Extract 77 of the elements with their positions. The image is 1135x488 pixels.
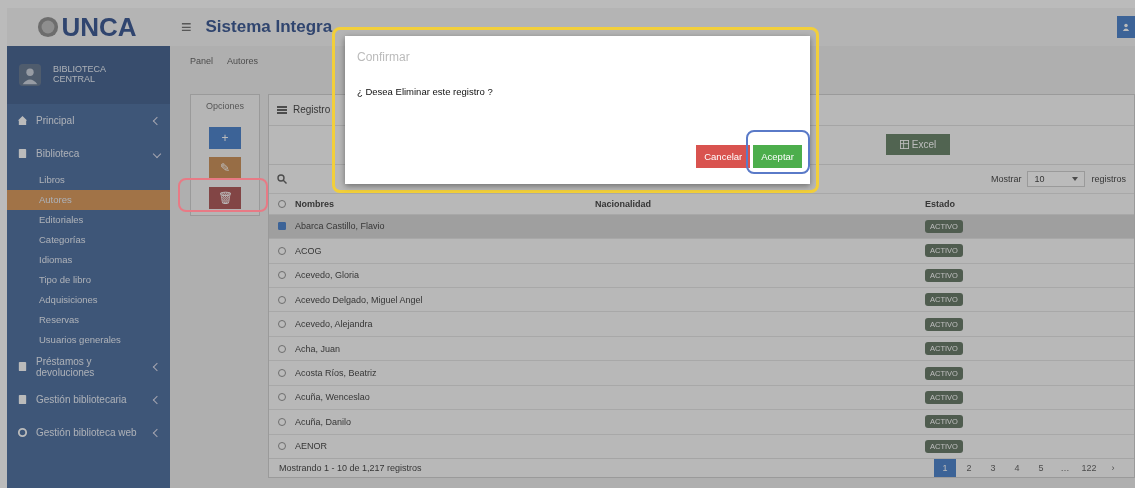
panel-title: Opciones xyxy=(206,101,244,111)
page-button[interactable]: 122 xyxy=(1078,459,1100,478)
page-size-select[interactable]: 10 xyxy=(1027,170,1086,187)
column-header[interactable]: Nombres xyxy=(295,198,595,209)
radio-button[interactable] xyxy=(278,320,286,329)
radio-button[interactable] xyxy=(278,344,286,353)
table-cell-text: ACOG xyxy=(295,245,323,256)
nav-subitem[interactable]: Tipo de libro xyxy=(7,270,170,290)
breadcrumb-link[interactable]: Panel xyxy=(190,56,214,66)
nav-subitem[interactable]: Reservas xyxy=(7,310,170,330)
nav-subitem[interactable]: Usuarios generales xyxy=(7,330,170,350)
nav-item[interactable]: Principal xyxy=(7,104,170,137)
page-button[interactable]: 4 xyxy=(1006,459,1028,478)
nav-item[interactable]: Gestión biblioteca web xyxy=(7,416,170,449)
list-icon xyxy=(277,104,287,115)
table-icon xyxy=(900,140,909,150)
radio-button[interactable] xyxy=(278,393,286,402)
nav-subitem[interactable]: Editoriales xyxy=(7,210,170,230)
radio-button[interactable] xyxy=(278,246,286,255)
page-button[interactable]: 2 xyxy=(958,459,980,478)
records-label: registros xyxy=(1091,173,1126,184)
user-button[interactable] xyxy=(1117,16,1135,38)
radio-button[interactable] xyxy=(278,222,286,231)
add-button[interactable]: + xyxy=(209,127,241,149)
radio-icon xyxy=(278,199,286,208)
breadcrumb-link[interactable]: Autores xyxy=(227,56,259,66)
radio-button[interactable] xyxy=(278,271,286,280)
panel-title: Registro xyxy=(293,104,331,116)
nav-subitem[interactable]: Adquisiciones xyxy=(7,290,170,310)
radio-button[interactable] xyxy=(278,369,286,377)
page-button[interactable]: … xyxy=(1054,459,1076,478)
avatar-icon xyxy=(19,63,41,87)
table-cell-text: Acuña, Danilo xyxy=(295,416,353,427)
book-icon xyxy=(17,148,28,159)
table-cell-text: Abarca Castillo, Flavio xyxy=(295,221,386,232)
nav-subitem[interactable]: Libros xyxy=(7,170,170,190)
table-cell-text: Acuña, Wenceslao xyxy=(295,392,371,403)
delete-button[interactable]: 🗑 xyxy=(209,187,241,209)
table-cell-text: Acha, Juan xyxy=(295,343,342,354)
app-title: Sistema Integra xyxy=(205,17,333,37)
table-cell-text: Acevedo, Gloria xyxy=(295,270,361,281)
accept-button[interactable]: Aceptar xyxy=(753,145,802,168)
page-button[interactable]: 5 xyxy=(1030,459,1052,478)
nav-subitem[interactable]: Categorías xyxy=(7,230,170,250)
nav-subitem[interactable]: Idiomas xyxy=(7,250,170,270)
page-button[interactable]: 1 xyxy=(934,459,956,478)
edit-button[interactable]: ✎ xyxy=(209,157,241,179)
gear-icon xyxy=(17,427,28,438)
menu-button[interactable]: ≡ xyxy=(181,16,192,38)
page-button[interactable]: › xyxy=(1102,459,1124,478)
records-summary: Mostrando 1 - 10 de 1,217 registros xyxy=(279,463,422,474)
export-button[interactable]: Excel xyxy=(886,134,951,156)
logo-text: UNCA xyxy=(61,11,137,43)
radio-button[interactable] xyxy=(278,417,286,426)
user-name: BIBLIOTECA CENTRAL xyxy=(53,65,107,85)
column-header[interactable]: Estado xyxy=(925,198,1134,209)
dialog-title: Confirmar xyxy=(356,49,411,66)
nav-item[interactable]: Préstamos y devoluciones xyxy=(7,350,170,383)
crest-icon xyxy=(37,16,60,38)
show-label: Mostrar xyxy=(990,173,1022,184)
radio-button[interactable] xyxy=(278,442,286,451)
radio-button[interactable] xyxy=(278,295,286,304)
cancel-button[interactable]: Cancelar xyxy=(696,145,751,168)
user-icon xyxy=(1122,23,1130,31)
search-icon xyxy=(277,173,287,184)
nav-item[interactable]: Gestión bibliotecaria xyxy=(7,383,170,416)
column-header[interactable]: Nacionalidad xyxy=(595,198,925,209)
page-button[interactable]: 3 xyxy=(982,459,1004,478)
dialog-message: ¿ Desea Eliminar este registro ? xyxy=(356,86,494,99)
book-icon xyxy=(17,394,28,405)
table-cell-text: AENOR xyxy=(295,441,328,452)
nav-item[interactable]: Biblioteca xyxy=(7,137,170,170)
table-cell-text: Acevedo, Alejandra xyxy=(295,319,374,330)
book-icon xyxy=(17,361,28,372)
home-icon xyxy=(17,115,28,126)
table-cell-text: Acosta Ríos, Beatriz xyxy=(295,368,378,378)
table-cell-text: Acevedo Delgado, Miguel Angel xyxy=(295,294,424,305)
